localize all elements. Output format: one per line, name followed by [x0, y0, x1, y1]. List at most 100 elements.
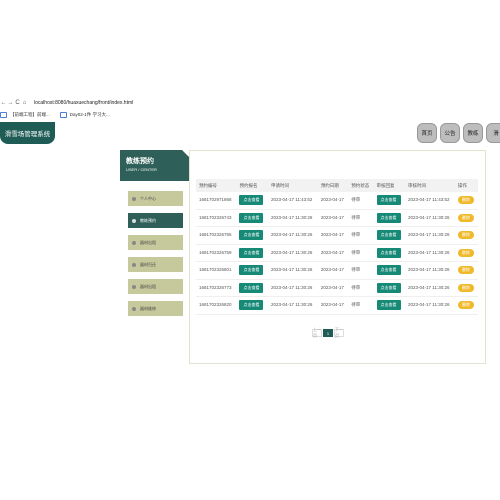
bullet-icon — [132, 196, 136, 201]
booking-id: 1681702326801 — [196, 261, 237, 280]
folder-icon — [59, 112, 67, 118]
nav-coach[interactable]: 教练 — [463, 123, 483, 143]
sidebar-item-label: 器材出租 — [140, 283, 156, 289]
table-row: 1681702326773 点击查看 2023-04-17 11:30:26 2023… — [196, 279, 478, 297]
sidebar-item-equipment-rental-2[interactable]: 器材出租 — [128, 279, 183, 294]
bookmark-label: 【前端工程】前端... — [10, 112, 50, 117]
delete-button[interactable]: 删除 — [457, 196, 474, 205]
view-button[interactable]: 点击查看 — [239, 282, 264, 293]
delete-button[interactable]: 删除 — [457, 266, 474, 275]
action-cell: 删除 — [454, 261, 478, 280]
delete-button[interactable]: 删除 — [457, 248, 474, 257]
sidebar-item-profile[interactable]: 个人中心 — [128, 191, 183, 206]
view-reply-button[interactable]: 点击查看 — [376, 195, 401, 206]
view-reply-button[interactable]: 点击查看 — [376, 265, 401, 276]
booking-id: 1681702326765 — [196, 226, 237, 245]
bullet-icon — [132, 284, 136, 289]
address-bar[interactable]: localhost:8080/huaxuechang/front/index.h… — [34, 100, 133, 106]
prev-page-button[interactable]: 上一页 — [312, 327, 322, 338]
apply-time: 2023-04-17 11:43:52 — [267, 192, 318, 210]
audit-reply-cell: 点击查看 — [373, 209, 405, 227]
audit-time: 2023-04-17 11:30:26 — [405, 244, 455, 262]
booking-id: 1681702971868 — [196, 192, 237, 210]
view-button[interactable]: 点击查看 — [239, 212, 264, 223]
app-logo[interactable]: 滑雪场管理系统 — [0, 122, 55, 144]
col-header: 申请时间 — [267, 179, 318, 192]
action-cell: 删除 — [454, 209, 478, 227]
audit-time: 2023-04-17 11:30:26 — [405, 261, 455, 280]
delete-button[interactable]: 删除 — [457, 301, 474, 310]
action-cell: 删除 — [454, 244, 478, 262]
booking-status: 待审 — [348, 209, 374, 227]
audit-reply-cell: 点击查看 — [373, 279, 405, 297]
booking-date: 2023-04-17 — [317, 192, 349, 210]
booking-status: 待审 — [348, 192, 374, 210]
audit-reply-cell: 点击查看 — [373, 192, 405, 210]
booking-date: 2023-04-17 — [317, 244, 349, 262]
view-reply-button[interactable]: 点击查看 — [376, 212, 401, 223]
bookmark-item[interactable]: 【前端工程】前端... — [0, 112, 50, 118]
booking-status: 待审 — [348, 261, 374, 280]
booking-view-cell: 点击查看 — [236, 209, 268, 227]
page-title: 教练预约 — [126, 158, 154, 165]
sidebar-item-equipment-return[interactable]: 器材归还 — [128, 257, 183, 272]
delete-button[interactable]: 删除 — [457, 213, 474, 222]
bookmarks-bar: 【前端工程】前端... Day02-1件 学习大... — [0, 110, 500, 120]
audit-reply-cell: 点击查看 — [373, 296, 405, 315]
apply-time: 2023-04-17 11:30:26 — [267, 244, 318, 262]
sidebar-item-coach-booking[interactable]: 教练预约 — [128, 213, 183, 228]
forward-icon[interactable]: → — [7, 100, 14, 106]
current-page-button[interactable]: 1 — [323, 329, 333, 337]
view-reply-button[interactable]: 点击查看 — [376, 247, 401, 258]
sidebar-item-label: 个人中心 — [140, 195, 156, 201]
booking-view-cell: 点击查看 — [236, 261, 268, 280]
sidebar-item-equipment-repair[interactable]: 器材维修 — [128, 301, 183, 316]
bookmark-item[interactable]: Day02-1件 学习大... — [59, 112, 110, 118]
bullet-icon — [132, 240, 136, 245]
pagination: 上一页 1 下一页 — [312, 327, 345, 338]
top-nav: 首页 公告 教练 滑 — [417, 123, 500, 143]
folder-icon — [0, 112, 7, 118]
apply-time: 2023-04-17 11:30:26 — [267, 209, 318, 227]
audit-time: 2023-04-17 11:43:52 — [405, 192, 455, 210]
col-header: 预约编号 — [196, 179, 237, 192]
booking-id: 1681702326773 — [196, 279, 237, 297]
view-button[interactable]: 点击查看 — [239, 230, 264, 241]
audit-time: 2023-04-17 11:30:26 — [405, 209, 455, 227]
next-page-button[interactable]: 下一页 — [334, 327, 344, 338]
home-icon[interactable]: ⌂ — [21, 100, 28, 106]
delete-button[interactable]: 删除 — [457, 231, 474, 240]
apply-time: 2023-04-17 11:30:26 — [267, 226, 318, 245]
booking-status: 待审 — [348, 279, 374, 297]
nav-notice[interactable]: 公告 — [440, 123, 460, 143]
view-button[interactable]: 点击查看 — [239, 265, 264, 276]
bullet-icon — [132, 262, 136, 267]
booking-view-cell: 点击查看 — [236, 226, 268, 245]
sidebar-item-equipment-rental[interactable]: 器材出租 — [128, 235, 183, 250]
audit-reply-cell: 点击查看 — [373, 226, 405, 245]
table-row: 1681702326743 点击查看 2023-04-17 11:30:26 2023… — [196, 209, 478, 227]
sidebar-item-label: 器材归还 — [140, 261, 156, 267]
view-reply-button[interactable]: 点击查看 — [376, 282, 401, 293]
view-button[interactable]: 点击查看 — [239, 300, 264, 311]
view-reply-button[interactable]: 点击查看 — [376, 230, 401, 241]
back-icon[interactable]: ← — [0, 100, 7, 106]
view-reply-button[interactable]: 点击查看 — [376, 300, 401, 311]
delete-button[interactable]: 删除 — [457, 283, 474, 292]
booking-view-cell: 点击查看 — [236, 192, 268, 210]
booking-view-cell: 点击查看 — [236, 279, 268, 297]
nav-more[interactable]: 滑 — [486, 123, 500, 143]
view-button[interactable]: 点击查看 — [239, 195, 264, 206]
booking-date: 2023-04-17 — [317, 226, 349, 245]
booking-status: 待审 — [348, 226, 374, 245]
action-cell: 删除 — [454, 296, 478, 315]
table-row: 1681702326820 点击查看 2023-04-17 11:30:26 2023… — [196, 296, 478, 315]
reload-icon[interactable]: C — [14, 100, 21, 106]
view-button[interactable]: 点击查看 — [239, 247, 264, 258]
booking-status: 待审 — [348, 244, 374, 262]
col-header: 审核时间 — [405, 179, 455, 192]
action-cell: 删除 — [454, 192, 478, 210]
nav-home[interactable]: 首页 — [417, 123, 437, 143]
col-header: 操作 — [454, 179, 478, 192]
bookmark-label: Day02-1件 学习大... — [69, 112, 110, 117]
